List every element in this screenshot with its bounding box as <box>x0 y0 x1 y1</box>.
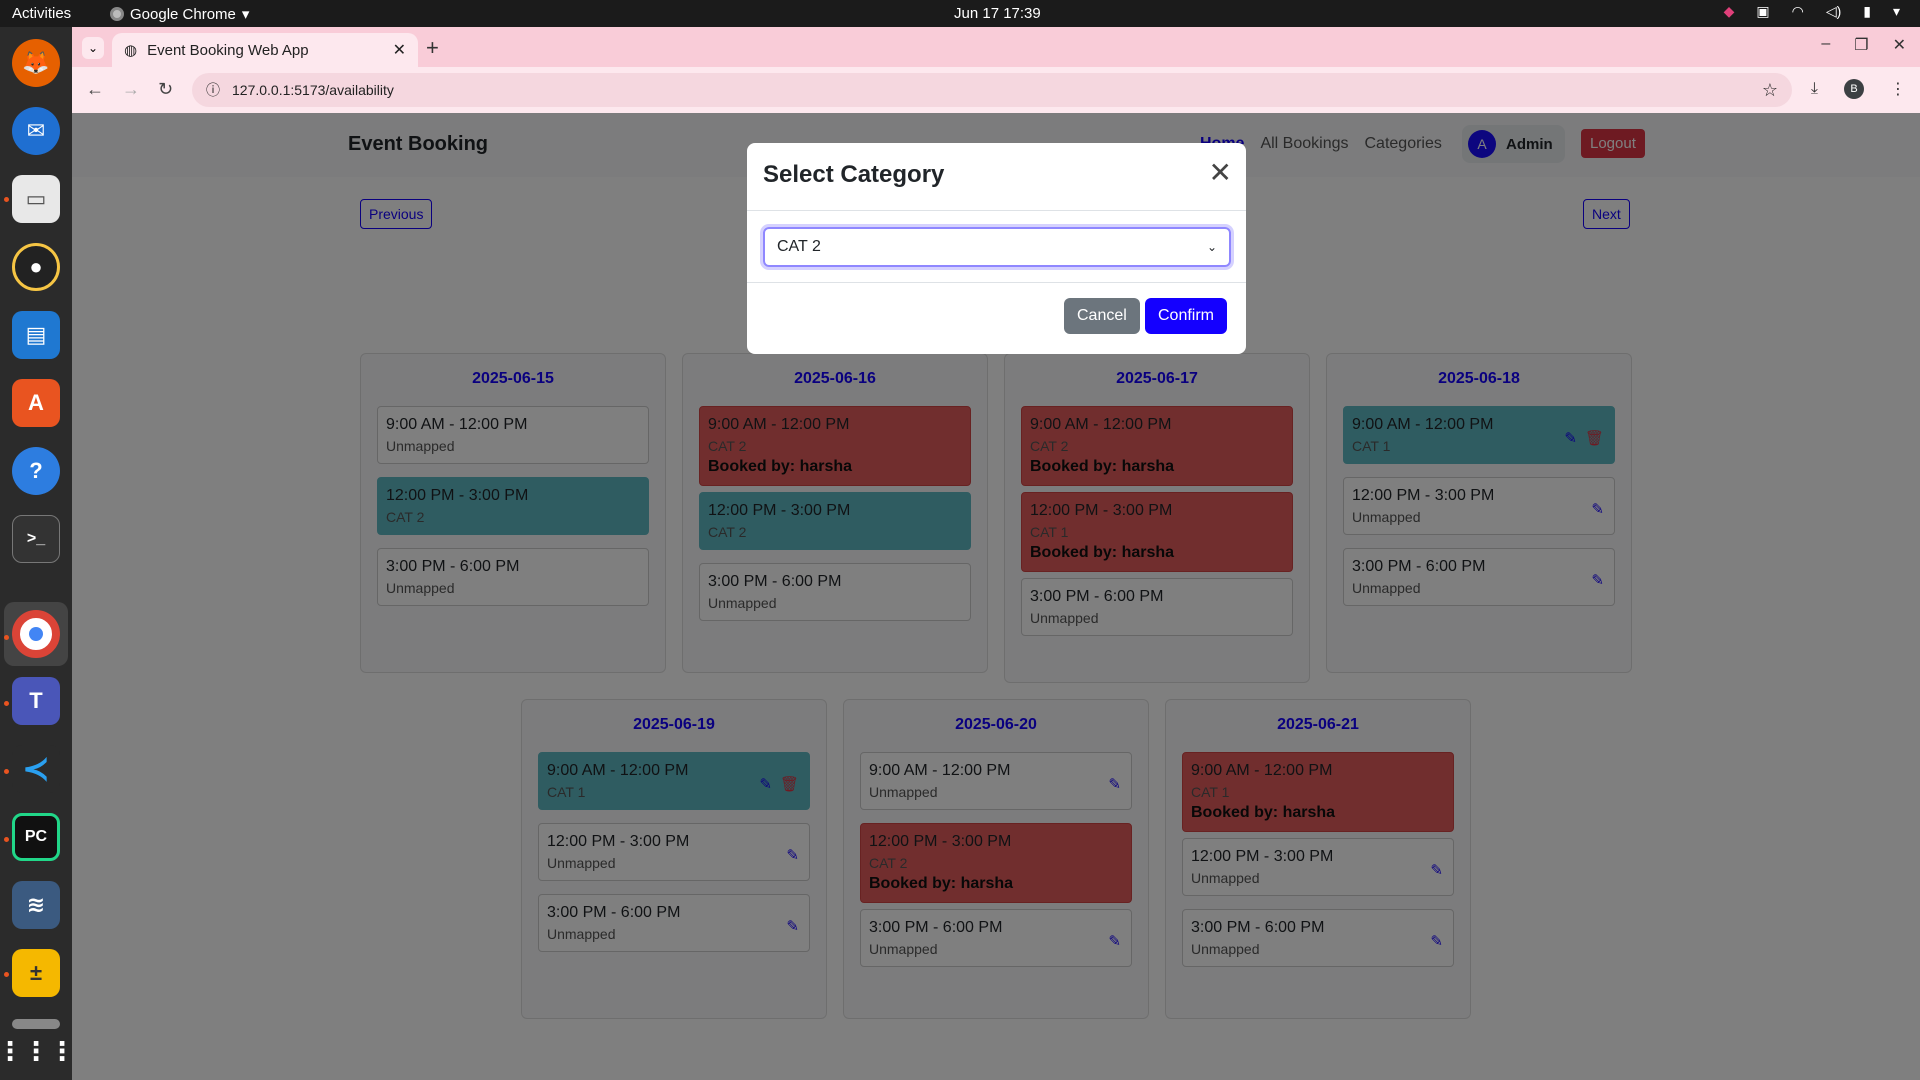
writer-icon[interactable]: ▤ <box>12 311 60 359</box>
app-center-icon[interactable]: A <box>12 379 60 427</box>
web-page: Event Booking Home All Bookings Categori… <box>72 113 1920 1080</box>
terminal-icon[interactable]: >_ <box>12 515 60 563</box>
app-menu[interactable]: Google Chrome ▾ <box>110 5 249 23</box>
clock[interactable]: Jun 17 17:39 <box>954 5 1041 22</box>
cancel-button[interactable]: Cancel <box>1064 298 1140 334</box>
modal-header: Select Category ✕ <box>747 143 1246 211</box>
running-indicator <box>4 197 9 202</box>
chrome-window: ⌄ ◍ Event Booking Web App ✕ + – ❐ ✕ ← → … <box>72 27 1920 1080</box>
dock: 🦊 ✉ ▭ ● ▤ A ? >_ T ≺ PC ≋ ± ⋮⋮⋮ <box>0 27 75 1080</box>
activities-button[interactable]: Activities <box>12 5 71 22</box>
help-icon[interactable]: ? <box>12 447 60 495</box>
url-text: 127.0.0.1:5173/availability <box>232 82 394 98</box>
running-indicator <box>4 837 9 842</box>
tab-strip: ⌄ ◍ Event Booking Web App ✕ + – ❐ ✕ <box>72 27 1920 67</box>
site-info-icon[interactable]: ⓘ <box>206 80 220 100</box>
select-category-modal: Select Category ✕ CAT 2 ⌄ Cancel Confirm <box>747 143 1246 354</box>
browser-toolbar: ← → ↻ ⓘ 127.0.0.1:5173/availability ☆ ⤓ … <box>72 67 1920 113</box>
wifi-icon[interactable]: ◠ <box>1792 3 1804 20</box>
modal-footer: Cancel Confirm <box>747 282 1246 354</box>
running-indicator <box>4 701 9 706</box>
chrome-small-icon <box>110 7 124 21</box>
minimize-icon[interactable]: – <box>1821 35 1830 55</box>
running-indicator <box>4 769 9 774</box>
mysql-workbench-icon[interactable]: ≋ <box>12 881 60 929</box>
modal-title: Select Category <box>763 161 945 188</box>
files-icon[interactable]: ▭ <box>12 175 60 223</box>
category-select-value: CAT 2 <box>777 238 821 255</box>
color-picker-tray-icon[interactable]: ◆ <box>1724 3 1735 20</box>
chrome-icon[interactable] <box>12 610 60 658</box>
running-indicator <box>4 972 9 977</box>
volume-icon[interactable]: ◁) <box>1826 3 1841 20</box>
teams-tray-icon[interactable]: ▣ <box>1756 3 1769 20</box>
profile-avatar[interactable]: B <box>1844 79 1864 99</box>
teams-for-linux-icon[interactable]: T <box>12 677 60 725</box>
close-icon[interactable]: ✕ <box>1209 159 1232 187</box>
close-window-icon[interactable]: ✕ <box>1893 35 1906 55</box>
pycharm-icon[interactable]: PC <box>12 813 60 861</box>
close-icon[interactable]: ✕ <box>393 40 406 60</box>
new-tab-icon[interactable]: + <box>426 35 439 61</box>
vscode-icon[interactable]: ≺ <box>12 745 60 793</box>
back-icon[interactable]: ← <box>86 79 104 100</box>
download-icon[interactable]: ⤓ <box>1811 80 1818 98</box>
show-apps-icon[interactable]: ⋮⋮⋮ <box>0 1027 75 1075</box>
app-menu-label: Google Chrome <box>130 5 236 23</box>
caret-down-icon: ▾ <box>241 6 250 23</box>
tab-title: Event Booking Web App <box>147 41 309 59</box>
calculator-icon[interactable]: ± <box>12 949 60 997</box>
thunderbird-icon[interactable]: ✉ <box>12 107 60 155</box>
globe-icon: ◍ <box>124 42 138 59</box>
os-top-bar: Activities Google Chrome ▾ Jun 17 17:39 … <box>0 0 1920 27</box>
battery-icon[interactable]: ▮ <box>1863 3 1871 20</box>
category-select[interactable]: CAT 2 ⌄ <box>763 227 1231 267</box>
reload-icon[interactable]: ↻ <box>158 79 173 100</box>
power-menu-icon[interactable]: ▾ <box>1893 3 1900 20</box>
window-controls: – ❐ ✕ <box>1821 35 1906 55</box>
chevron-down-icon: ⌄ <box>1206 240 1217 254</box>
kebab-menu-icon[interactable]: ⋮ <box>1890 79 1906 99</box>
address-bar[interactable]: ⓘ 127.0.0.1:5173/availability ☆ <box>192 73 1792 107</box>
toolbar-right: ⤓ B ⋮ <box>1811 79 1906 99</box>
rhythmbox-icon[interactable]: ● <box>12 243 60 291</box>
system-tray[interactable]: ◆ ▣ ◠ ◁) ▮ ▾ <box>1724 3 1900 20</box>
confirm-button[interactable]: Confirm <box>1145 298 1228 334</box>
tab-search-icon[interactable]: ⌄ <box>82 37 104 59</box>
restore-icon[interactable]: ❐ <box>1854 35 1868 55</box>
firefox-icon[interactable]: 🦊 <box>12 39 60 87</box>
tab-event-booking[interactable]: ◍ Event Booking Web App ✕ <box>112 33 418 67</box>
forward-icon[interactable]: → <box>122 79 140 100</box>
bookmark-star-icon[interactable]: ☆ <box>1762 80 1778 101</box>
running-indicator <box>4 635 9 640</box>
